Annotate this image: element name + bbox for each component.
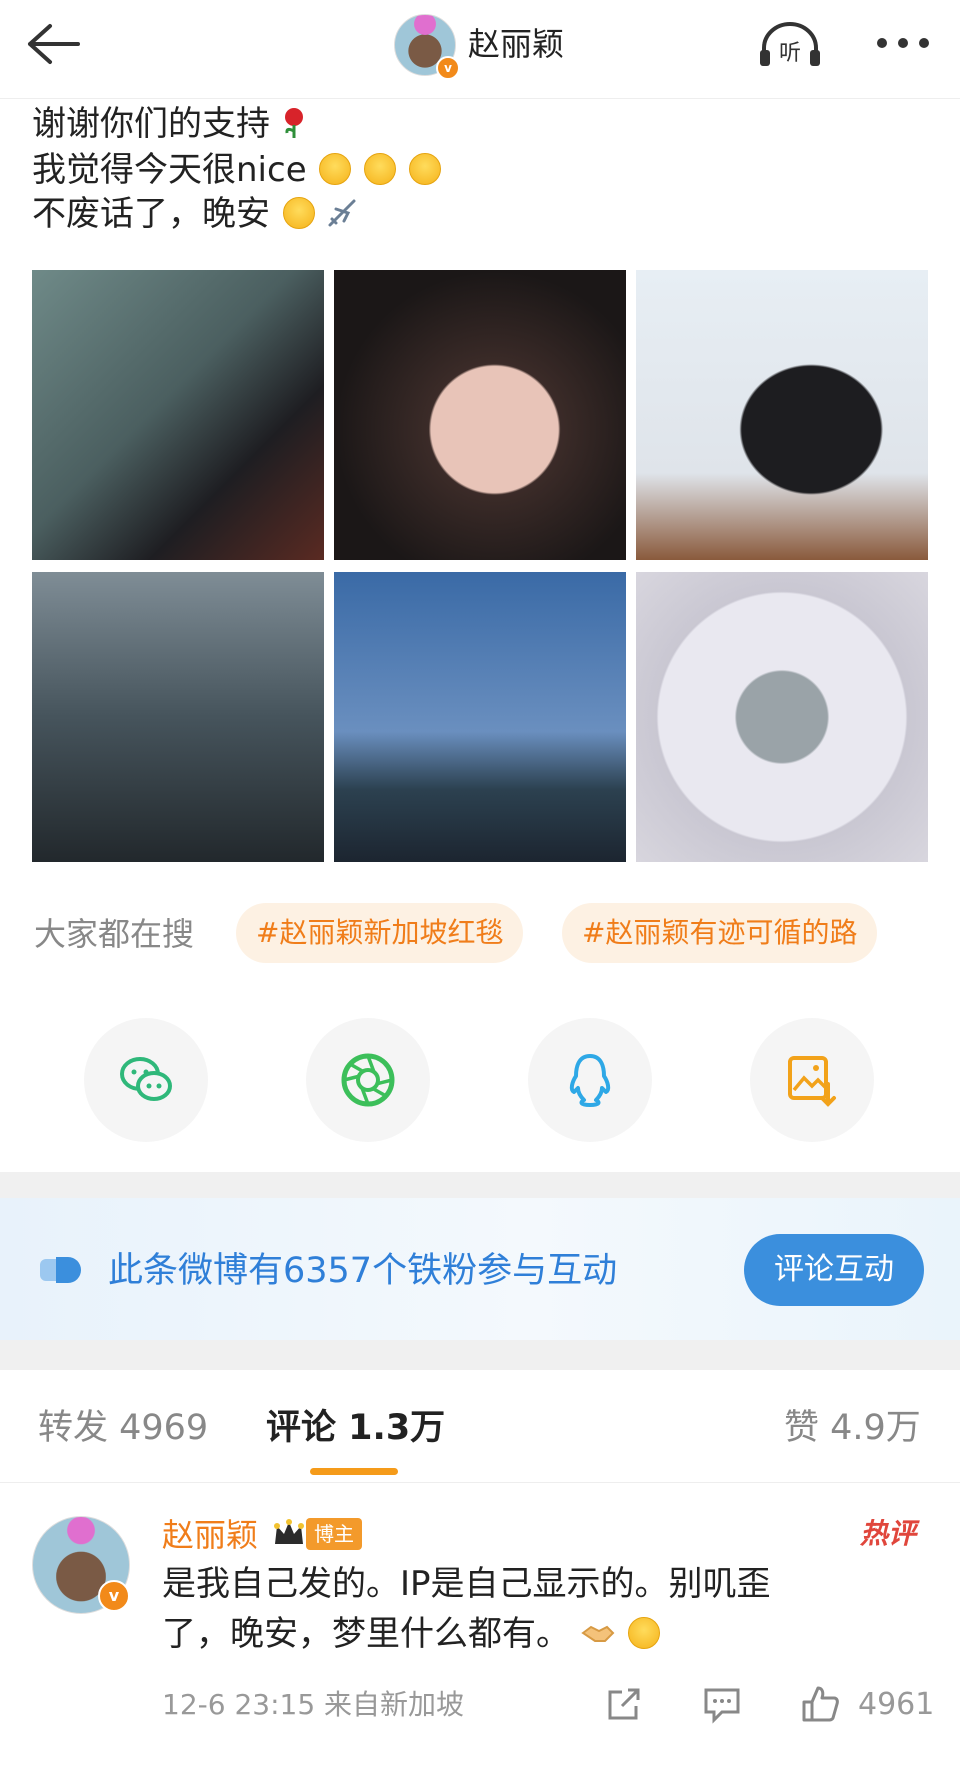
fans-interaction-text: 此条微博有6357个铁粉参与互动	[108, 1251, 618, 1291]
save-image-button[interactable]	[750, 1018, 874, 1142]
section-divider	[0, 1172, 960, 1198]
back-arrow-icon[interactable]	[24, 22, 84, 66]
post-line-1: 谢谢你们的支持	[32, 100, 307, 148]
fans-badge-icon	[40, 1253, 86, 1287]
photo-5[interactable]	[334, 572, 626, 862]
active-tab-indicator	[310, 1468, 398, 1475]
post-text-2: 我觉得今天很nice	[32, 150, 307, 190]
tab-repost[interactable]: 转发 4969	[38, 1402, 208, 1454]
trending-tag-2[interactable]: #赵丽颖有迹可循的路	[562, 903, 878, 963]
share-qq-button[interactable]	[528, 1018, 652, 1142]
hot-comment-label: 热评	[860, 1517, 917, 1550]
comment-meta: 12-6 23:15 来自新加坡	[162, 1688, 465, 1721]
surprised-face-emoji-icon	[627, 1617, 660, 1649]
photo-1[interactable]	[32, 270, 324, 560]
commenter-verified-badge: v	[98, 1580, 130, 1612]
smile-emoji-icon	[409, 153, 442, 185]
wechat-icon	[120, 1057, 172, 1101]
rose-emoji-icon	[281, 104, 307, 138]
share-comment-icon[interactable]	[604, 1684, 644, 1724]
author-role-badge: 博主	[306, 1518, 362, 1550]
post-line-3: 不废话了，晚安	[32, 190, 358, 238]
tab-like[interactable]: 赞 4.9万	[784, 1402, 921, 1454]
photo-3[interactable]	[636, 270, 928, 560]
smile-emoji-icon	[319, 153, 352, 185]
party-face-emoji-icon	[282, 197, 315, 229]
trending-tag-1[interactable]: #赵丽颖新加坡红毯	[236, 903, 524, 963]
post-line-2: 我觉得今天很nice	[32, 146, 442, 194]
reply-comment-icon[interactable]	[702, 1684, 742, 1724]
comment-line-2: 了，晚安，梦里什么都有。	[162, 1610, 660, 1658]
qq-icon	[569, 1054, 611, 1107]
comment-interact-button[interactable]: 评论互动	[744, 1234, 924, 1306]
more-options-icon[interactable]	[872, 28, 934, 58]
post-text-1: 谢谢你们的支持	[32, 104, 270, 144]
comment-text-line-2: 了，晚安，梦里什么都有。	[162, 1614, 570, 1654]
comment-like-count: 4961	[858, 1687, 935, 1722]
listen-headphone-icon[interactable]: 听	[756, 20, 824, 70]
crown-icon	[272, 1518, 306, 1548]
trending-search-label: 大家都在搜	[34, 915, 195, 953]
like-comment-icon[interactable]	[800, 1684, 840, 1724]
airplane-emoji-icon	[326, 194, 358, 227]
verified-badge: v	[436, 56, 460, 80]
photo-2[interactable]	[334, 270, 626, 560]
tab-comment[interactable]: 评论 1.3万	[266, 1402, 445, 1454]
header-username[interactable]: 赵丽颖	[468, 20, 564, 68]
photo-6[interactable]	[636, 572, 928, 862]
smile-emoji-icon	[364, 153, 397, 185]
commenter-name[interactable]: 赵丽颖	[162, 1512, 258, 1558]
share-moments-button[interactable]	[306, 1018, 430, 1142]
save-image-icon	[788, 1056, 836, 1107]
tabs-divider	[0, 1482, 960, 1483]
photo-4[interactable]	[32, 572, 324, 862]
handshake-emoji-icon	[581, 1614, 615, 1644]
section-divider	[0, 1340, 960, 1370]
moments-icon	[341, 1053, 395, 1107]
comment-text-line-1: 是我自己发的。IP是自己显示的。别叽歪	[162, 1564, 771, 1604]
post-text-3: 不废话了，晚安	[32, 194, 270, 234]
share-wechat-button[interactable]	[84, 1018, 208, 1142]
listen-label: 听	[779, 41, 801, 66]
